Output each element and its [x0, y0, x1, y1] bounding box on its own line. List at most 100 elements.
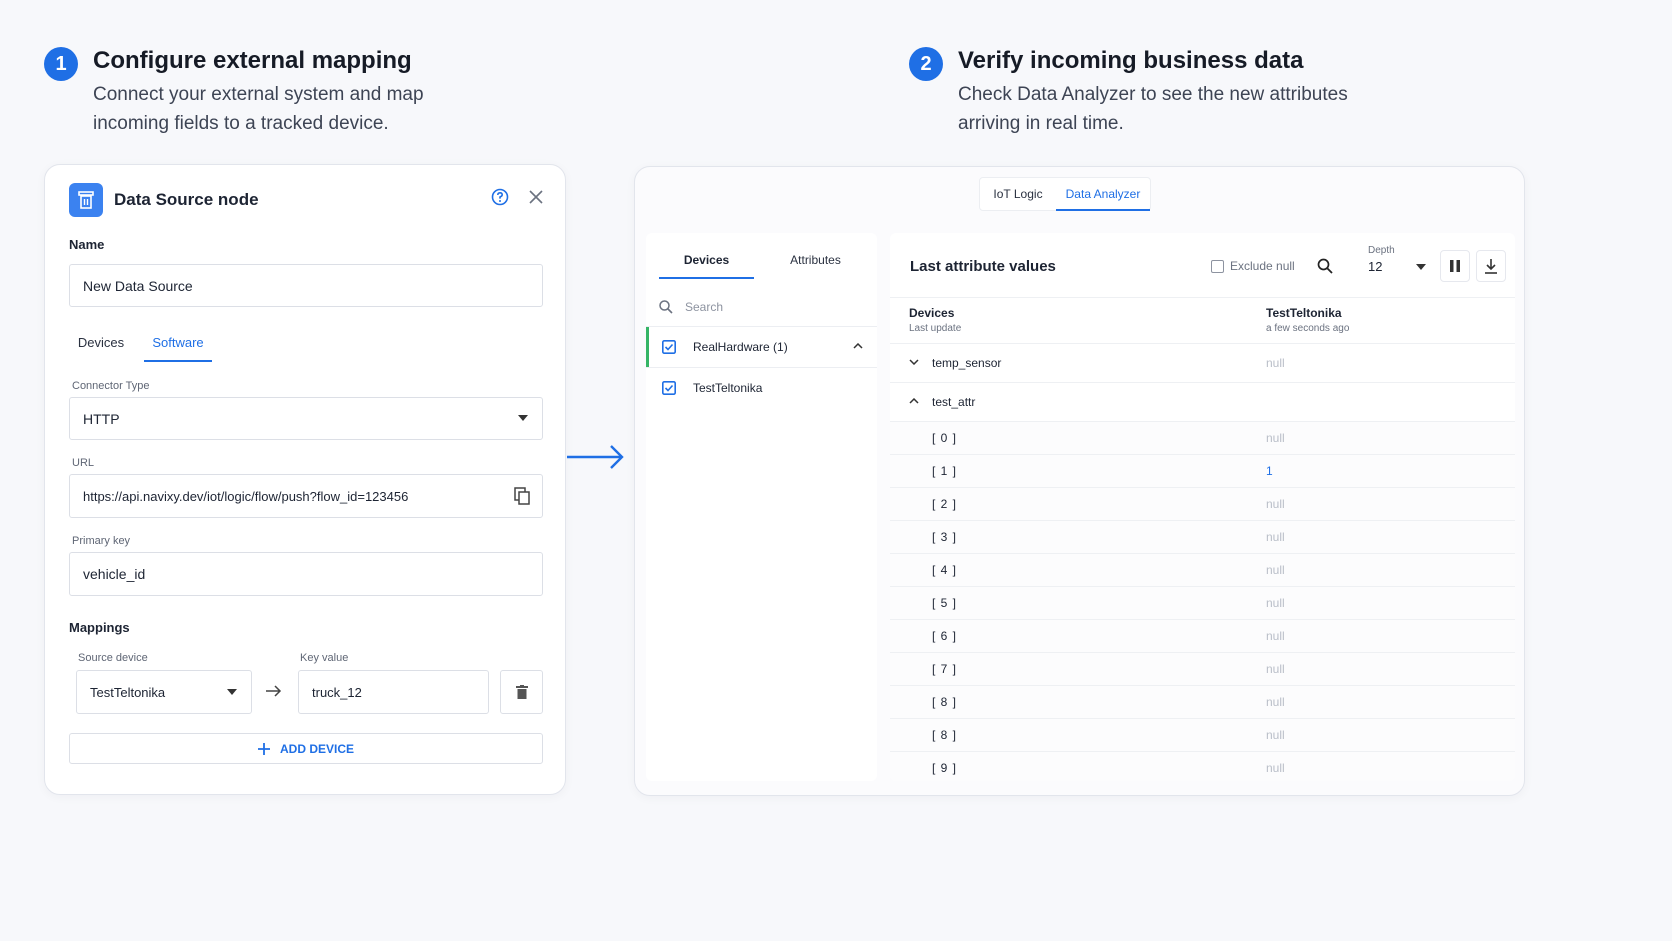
top-tab-bar: IoT Logic Data Analyzer	[979, 177, 1151, 211]
tab-iot-logic[interactable]: IoT Logic	[986, 187, 1050, 201]
trash-icon	[515, 685, 528, 699]
table-row[interactable]: [ 1 ] 1	[890, 455, 1515, 487]
name-label: Name	[69, 237, 105, 252]
url-field[interactable]: https://api.navixy.dev/iot/logic/flow/pu…	[69, 474, 543, 518]
help-icon[interactable]	[490, 187, 510, 207]
depth-select[interactable]: 12	[1368, 259, 1426, 274]
source-device-value: TestTeltonika	[90, 684, 166, 700]
attribute-index: [ 7 ]	[932, 662, 958, 676]
attribute-index: [ 4 ]	[932, 563, 958, 577]
device-label: RealHardware (1)	[693, 340, 788, 354]
attribute-name: test_attr	[932, 395, 976, 409]
attribute-value: null	[1266, 662, 1285, 676]
checkbox-checked-icon[interactable]	[662, 340, 676, 354]
step-description-line: arriving in real time.	[958, 113, 1124, 134]
attribute-index: [ 1 ]	[932, 464, 958, 478]
download-button[interactable]	[1476, 250, 1506, 282]
device-row-realhardware[interactable]: RealHardware (1)	[646, 327, 877, 367]
step-description-line: incoming fields to a tracked device.	[93, 113, 389, 134]
connector-type-value: HTTP	[83, 410, 120, 427]
table-row[interactable]: [ 5 ] null	[890, 587, 1515, 619]
close-icon[interactable]	[526, 187, 546, 207]
depth-label: Depth	[1368, 245, 1395, 256]
copy-icon[interactable]	[514, 487, 530, 505]
checkbox-checked-icon[interactable]	[662, 381, 676, 395]
tab-devices[interactable]: Devices	[69, 335, 133, 350]
pause-icon	[1450, 260, 1460, 272]
attribute-name: temp_sensor	[932, 356, 1002, 370]
step-number: 1	[44, 47, 78, 81]
attribute-value: null	[1266, 497, 1285, 511]
url-label: URL	[72, 457, 95, 469]
table-row[interactable]: [ 8 ] null	[890, 686, 1515, 718]
delete-mapping-button[interactable]	[500, 670, 543, 714]
table-row[interactable]: [ 3 ] null	[890, 521, 1515, 553]
divider	[890, 297, 1515, 298]
device-row-testteltonika[interactable]: TestTeltonika	[646, 368, 877, 408]
panel-title: Data Source node	[114, 190, 259, 209]
step-description: Check Data Analyzer to see the new attri…	[958, 80, 1348, 138]
caret-down-icon	[227, 689, 237, 695]
attribute-value: null	[1266, 596, 1285, 610]
device-search[interactable]: Search	[659, 295, 864, 319]
search-icon	[659, 300, 673, 314]
table-row[interactable]: [ 6 ] null	[890, 620, 1515, 652]
chevron-up-icon[interactable]	[853, 343, 863, 349]
table-row-group[interactable]: test_attr	[890, 383, 1515, 421]
caret-down-icon	[518, 415, 528, 421]
search-placeholder: Search	[685, 300, 724, 314]
attribute-value: null	[1266, 695, 1285, 709]
table-row[interactable]: [ 4 ] null	[890, 554, 1515, 586]
table-row[interactable]: [ 9 ] null	[890, 752, 1515, 781]
connector-type-select[interactable]: HTTP	[69, 397, 543, 440]
exclude-null-label: Exclude null	[1230, 259, 1295, 273]
data-analyzer-window: IoT Logic Data Analyzer Devices Attribut…	[634, 166, 1525, 796]
attribute-index: [ 3 ]	[932, 530, 958, 544]
plus-icon	[257, 742, 270, 755]
device-label: TestTeltonika	[693, 381, 763, 395]
attribute-index: [ 8 ]	[932, 728, 958, 742]
tab-attributes[interactable]: Attributes	[768, 253, 863, 267]
attribute-index: [ 2 ]	[932, 497, 958, 511]
attribute-value: null	[1266, 761, 1285, 775]
attribute-value: 1	[1266, 464, 1273, 478]
source-device-label: Source device	[78, 652, 148, 664]
attribute-value: null	[1266, 629, 1285, 643]
table-row[interactable]: [ 0 ] null	[890, 422, 1515, 454]
arrow-right-icon	[266, 685, 282, 697]
attribute-index: [ 8 ]	[932, 695, 958, 709]
step-title: Configure external mapping	[93, 47, 412, 74]
primary-key-field[interactable]: vehicle_id	[69, 552, 543, 596]
flow-arrow-icon	[566, 443, 626, 471]
step-description-line: Check Data Analyzer to see the new attri…	[958, 84, 1348, 105]
column-header-device: TestTeltonika a few seconds ago	[1266, 306, 1349, 334]
primary-key-label: Primary key	[72, 535, 131, 547]
chevron-down-icon[interactable]	[909, 359, 919, 365]
source-device-select[interactable]: TestTeltonika	[76, 670, 252, 714]
step-description: Connect your external system and map inc…	[93, 80, 424, 138]
key-value-field[interactable]: truck_12	[298, 670, 489, 714]
attribute-index: [ 5 ]	[932, 596, 958, 610]
search-icon[interactable]	[1317, 258, 1333, 274]
chevron-up-icon[interactable]	[909, 398, 919, 404]
attribute-value: null	[1266, 728, 1285, 742]
table-row[interactable]: [ 8 ] null	[890, 719, 1515, 751]
tab-data-analyzer[interactable]: Data Analyzer	[1056, 187, 1150, 211]
panel-title: Last attribute values	[910, 258, 1056, 275]
pause-button[interactable]	[1440, 250, 1470, 282]
checkbox[interactable]	[1211, 259, 1224, 273]
table-row[interactable]: [ 7 ] null	[890, 653, 1515, 685]
col-last-update: Last update	[909, 323, 962, 334]
table-row-group[interactable]: temp_sensor null	[890, 344, 1515, 382]
exclude-null-toggle[interactable]: Exclude null	[1211, 259, 1295, 273]
key-value-label: Key value	[300, 652, 349, 664]
column-header-devices: Devices Last update	[909, 306, 961, 334]
data-source-node-panel: Data Source node Name New Data Source De…	[44, 164, 566, 795]
add-device-label: ADD DEVICE	[279, 741, 354, 756]
attribute-value: null	[1266, 563, 1285, 577]
name-field[interactable]: New Data Source	[69, 264, 543, 307]
tab-software[interactable]: Software	[144, 335, 212, 362]
add-device-button[interactable]: ADD DEVICE	[69, 733, 543, 764]
table-row[interactable]: [ 2 ] null	[890, 488, 1515, 520]
tab-devices[interactable]: Devices	[659, 253, 754, 279]
